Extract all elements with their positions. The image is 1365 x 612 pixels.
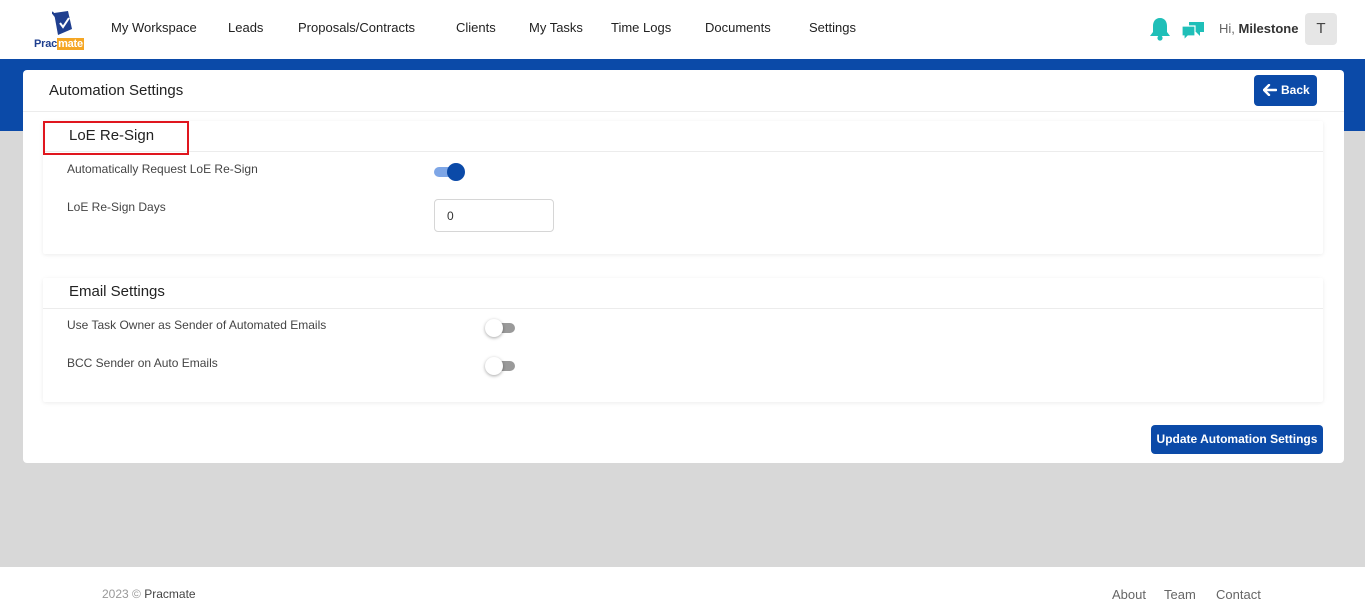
top-navbar: Pracmate My Workspace Leads Proposals/Co… xyxy=(0,0,1365,59)
chat-icon[interactable] xyxy=(1180,19,1206,41)
back-button-label: Back xyxy=(1281,83,1310,97)
email-settings-section-header: Email Settings xyxy=(43,278,1323,309)
arrow-left-icon xyxy=(1263,84,1277,96)
loe-resign-days-label: LoE Re-Sign Days xyxy=(67,200,166,214)
toggle-knob xyxy=(485,357,503,375)
nav-item-leads[interactable]: Leads xyxy=(228,20,263,35)
card-header: Automation Settings Back xyxy=(23,70,1344,112)
nav-item-clients[interactable]: Clients xyxy=(456,20,496,35)
user-greeting: Hi, Milestone xyxy=(1219,21,1298,36)
copyright-text: 2023 © xyxy=(102,587,145,601)
avatar[interactable]: T xyxy=(1305,13,1337,45)
email-settings-section-title: Email Settings xyxy=(69,283,165,300)
email-settings-section: Email Settings Use Task Owner as Sender … xyxy=(43,278,1323,402)
auto-request-loe-toggle[interactable] xyxy=(432,162,466,182)
footer-link-contact[interactable]: Contact xyxy=(1216,587,1261,602)
nav-item-my-tasks[interactable]: My Tasks xyxy=(529,20,583,35)
page-title: Automation Settings xyxy=(49,82,184,99)
copyright: 2023 © Pracmate xyxy=(102,587,196,601)
bell-icon[interactable] xyxy=(1149,17,1171,41)
back-button[interactable]: Back xyxy=(1254,75,1317,106)
nav-item-time-logs[interactable]: Time Logs xyxy=(611,20,671,35)
nav-item-documents[interactable]: Documents xyxy=(705,20,771,35)
main-nav: My Workspace Leads Proposals/Contracts C… xyxy=(0,0,900,59)
nav-item-proposals-contracts[interactable]: Proposals/Contracts xyxy=(298,20,415,35)
highlight-box xyxy=(43,121,189,155)
bcc-sender-label: BCC Sender on Auto Emails xyxy=(67,356,218,370)
greeting-prefix: Hi, xyxy=(1219,21,1239,36)
loe-resign-days-input[interactable] xyxy=(434,199,554,232)
copyright-company: Pracmate xyxy=(144,587,196,601)
footer-link-about[interactable]: About xyxy=(1112,587,1146,602)
footer-link-team[interactable]: Team xyxy=(1164,587,1196,602)
loe-resign-section-header: LoE Re-Sign xyxy=(43,121,1323,152)
nav-item-my-workspace[interactable]: My Workspace xyxy=(111,20,197,35)
automation-settings-card: Automation Settings Back LoE Re-Sign Aut… xyxy=(23,70,1344,463)
user-name: Milestone xyxy=(1238,21,1299,36)
loe-resign-section: LoE Re-Sign Automatically Request LoE Re… xyxy=(43,121,1323,254)
task-owner-sender-toggle[interactable] xyxy=(485,318,519,338)
bcc-sender-toggle[interactable] xyxy=(485,356,519,376)
task-owner-sender-label: Use Task Owner as Sender of Automated Em… xyxy=(67,318,327,332)
toggle-knob xyxy=(447,163,465,181)
toggle-knob xyxy=(485,319,503,337)
footer: 2023 © Pracmate About Team Contact xyxy=(0,567,1365,612)
nav-item-settings[interactable]: Settings xyxy=(809,20,856,35)
auto-request-loe-label: Automatically Request LoE Re-Sign xyxy=(67,162,258,176)
update-automation-settings-button[interactable]: Update Automation Settings xyxy=(1151,425,1323,454)
